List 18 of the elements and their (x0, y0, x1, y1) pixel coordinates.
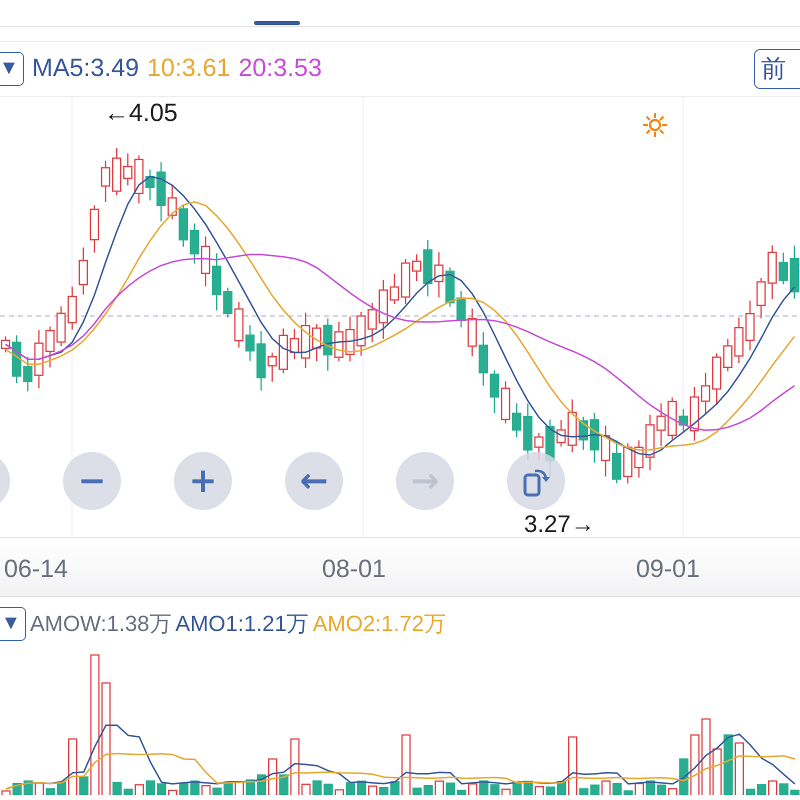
indicator-value: MA5:3.49 (32, 54, 140, 84)
price-adjust-button[interactable]: 前 (754, 48, 800, 89)
date-label: 09-01 (636, 554, 700, 584)
tab-indicator (254, 21, 300, 26)
dropdown-button[interactable]: ▼ (0, 606, 26, 641)
sun-icon (643, 112, 667, 137)
chart-control-button[interactable]: ← (285, 452, 343, 510)
chart-control-button[interactable]: + (174, 452, 232, 510)
high-price-label: ←4.05 (104, 98, 178, 128)
date-label: 08-01 (322, 554, 386, 584)
indicator-value: 10:3.61 (147, 54, 230, 84)
indicator-value: 20:3.53 (238, 54, 322, 84)
chart-control-button[interactable]: − (63, 452, 121, 510)
indicator-value: AMOW:1.38万 (30, 610, 172, 638)
dropdown-button[interactable]: ▼ (0, 52, 24, 86)
date-label: 06-14 (4, 554, 68, 584)
indicator-value: AMO1:1.21万 (175, 610, 309, 638)
indicator-value: AMO2:1.72万 (312, 610, 446, 638)
